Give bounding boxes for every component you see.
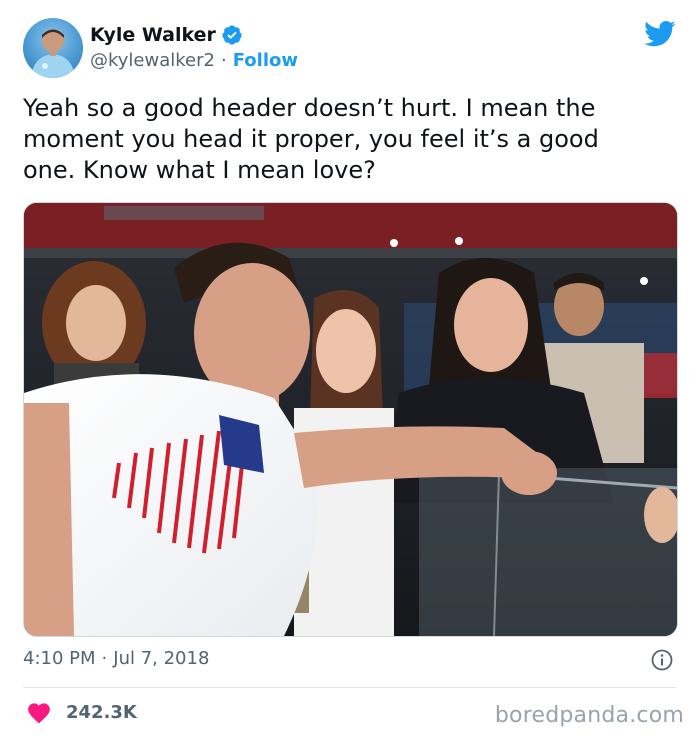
tweet-date[interactable]: Jul 7, 2018	[113, 648, 209, 669]
display-name[interactable]: Kyle Walker	[90, 24, 216, 46]
like-action[interactable]: 242.3K	[26, 700, 137, 724]
author-handle[interactable]: @kylewalker2	[90, 50, 215, 71]
watermark: boredpanda.com	[494, 703, 684, 728]
divider	[23, 687, 676, 688]
avatar[interactable]	[23, 18, 83, 78]
like-count: 242.3K	[66, 701, 137, 723]
tweet-card: Kyle Walker @kylewalker2 · Follow Yeah s…	[0, 0, 700, 740]
handle-separator: ·	[220, 50, 227, 71]
tweet-text: Yeah so a good header doesn’t hurt. I me…	[23, 94, 599, 184]
tweet-photo[interactable]	[23, 202, 678, 637]
verified-badge-icon	[221, 24, 243, 46]
tweet-time[interactable]: 4:10 PM	[23, 648, 96, 669]
twitter-bird-icon[interactable]	[644, 20, 676, 48]
heart-icon[interactable]	[26, 700, 52, 724]
meta-separator: ·	[101, 648, 108, 669]
info-icon[interactable]	[650, 648, 674, 672]
follow-button[interactable]: Follow	[233, 50, 298, 71]
